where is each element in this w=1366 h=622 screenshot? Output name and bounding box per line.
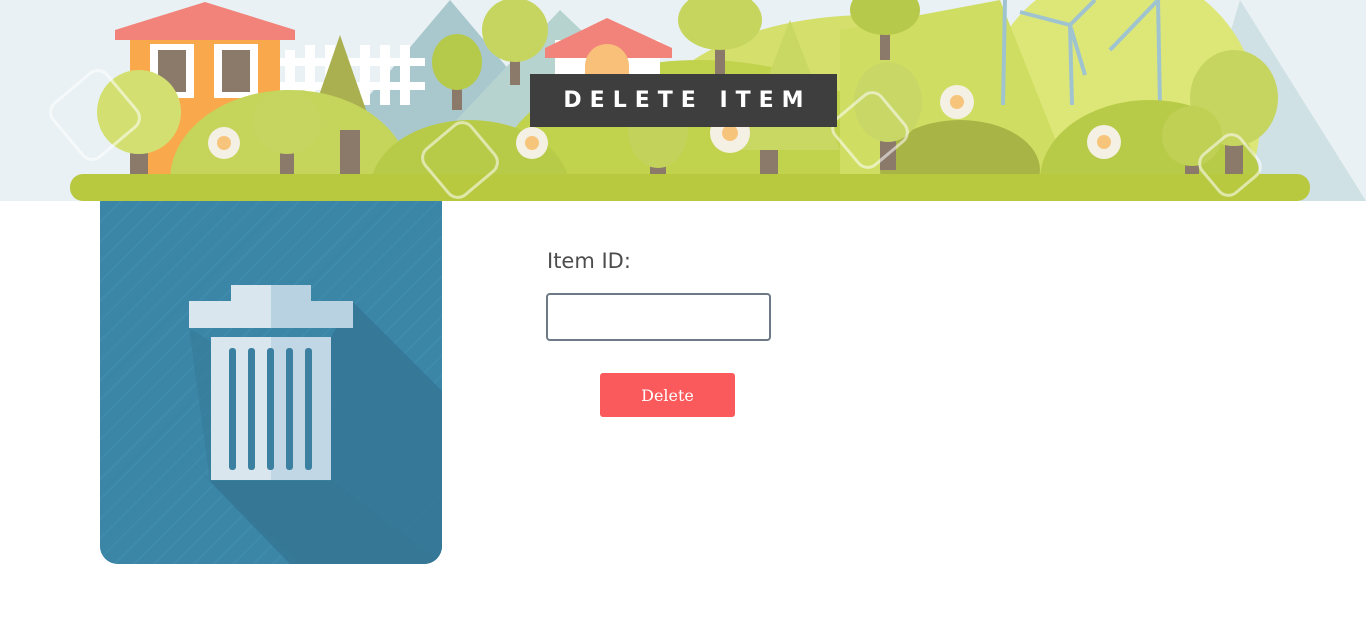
trash-illustration-card: [100, 201, 442, 564]
item-id-input[interactable]: [546, 293, 771, 341]
page-title: DELETE ITEM: [530, 74, 837, 127]
trash-can-icon: [100, 201, 442, 564]
item-id-label: Item ID:: [547, 249, 631, 273]
header-banner: DELETE ITEM: [0, 0, 1366, 201]
delete-button[interactable]: Delete: [600, 373, 735, 417]
